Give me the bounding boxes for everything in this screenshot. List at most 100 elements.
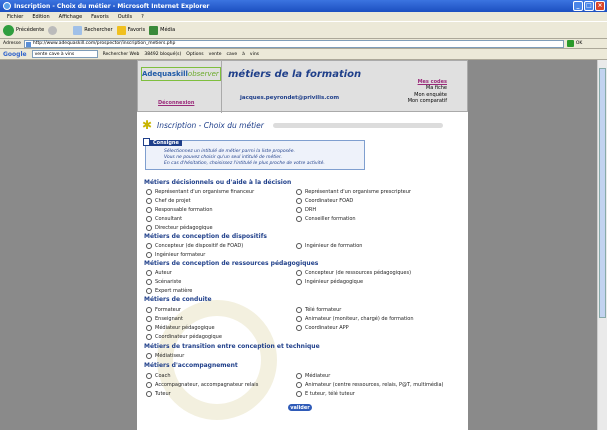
job-option[interactable]: Scénariste xyxy=(146,279,181,285)
job-option[interactable]: Concepteur (de dispositif de FOAD) xyxy=(146,243,243,249)
job-option[interactable]: Directeur pédagogique xyxy=(146,225,213,231)
radio-button[interactable] xyxy=(146,334,152,340)
radio-button[interactable] xyxy=(146,288,152,294)
radio-button[interactable] xyxy=(146,382,152,388)
submit-button[interactable]: valider xyxy=(288,404,312,411)
job-option[interactable]: Animateur (centre ressources, relais, P@… xyxy=(296,382,444,388)
radio-button[interactable] xyxy=(146,391,152,397)
google-logo[interactable]: Google xyxy=(3,51,27,58)
job-option[interactable]: DRH xyxy=(296,207,316,213)
google-term-1[interactable]: vente xyxy=(209,52,222,57)
radio-button[interactable] xyxy=(146,307,152,313)
menu-bar: Fichier Edition Affichage Favoris Outils… xyxy=(0,12,607,21)
vertical-scrollbar[interactable] xyxy=(597,60,607,430)
favorites-button[interactable]: Favoris xyxy=(116,25,145,35)
job-option[interactable]: Coach xyxy=(146,373,171,379)
menu-favoris[interactable]: Favoris xyxy=(91,14,109,20)
job-option[interactable]: Animateur (moniteur, chargé) de formatio… xyxy=(296,316,414,322)
job-option[interactable]: Représentant d'un organisme financeur xyxy=(146,189,254,195)
close-button[interactable]: × xyxy=(595,1,605,11)
job-option[interactable]: Médiateur pédagogique xyxy=(146,325,215,331)
window-title: Inscription - Choix du métier - Microsof… xyxy=(14,2,210,10)
google-options-button[interactable]: Options xyxy=(186,52,203,57)
radio-button[interactable] xyxy=(296,391,302,397)
media-button[interactable]: Média xyxy=(149,25,175,35)
google-term-3[interactable]: à xyxy=(242,52,245,57)
job-option[interactable]: Formateur xyxy=(146,307,181,313)
job-option[interactable]: Ingénieur pédagogique xyxy=(296,279,363,285)
radio-button[interactable] xyxy=(296,216,302,222)
job-option[interactable]: E tuteur, télé tuteur xyxy=(296,391,355,397)
job-option[interactable]: Ingénieur de formation xyxy=(296,243,362,249)
job-option[interactable]: Médiateur xyxy=(296,373,330,379)
popup-blocker[interactable]: 38492 bloqué(s) xyxy=(144,52,181,57)
job-option[interactable]: Consultant xyxy=(146,216,182,222)
job-option[interactable]: Ingénieur formateur xyxy=(146,252,205,258)
link-mon-enquete[interactable]: Mon enquête xyxy=(408,92,447,98)
menu-outils[interactable]: Outils xyxy=(118,14,132,20)
radio-button[interactable] xyxy=(296,279,302,285)
radio-button[interactable] xyxy=(296,382,302,388)
job-option[interactable]: Télé formateur xyxy=(296,307,341,313)
job-option[interactable]: Chef de projet xyxy=(146,198,191,204)
menu-fichier[interactable]: Fichier xyxy=(7,14,23,20)
job-option[interactable]: Représentant d'un organisme prescripteur xyxy=(296,189,411,195)
google-search-input[interactable]: vente cave à vins xyxy=(31,50,98,58)
job-option[interactable]: Coordinateur pédagogique xyxy=(146,334,222,340)
search-button[interactable]: Rechercher xyxy=(73,25,113,35)
job-option[interactable]: Tuteur xyxy=(146,391,171,397)
radio-button[interactable] xyxy=(146,225,152,231)
radio-button[interactable] xyxy=(146,316,152,322)
job-option[interactable]: Médiatiseur xyxy=(146,353,184,359)
go-button[interactable]: OK xyxy=(566,40,582,47)
back-button[interactable]: Précédente xyxy=(3,24,44,36)
job-option[interactable]: Concepteur (de ressources pédagogiques) xyxy=(296,270,411,276)
job-option[interactable]: Coordinateur FOAD xyxy=(296,198,353,204)
instructions-label: Consigne xyxy=(150,140,182,146)
job-option[interactable]: Conseiller formation xyxy=(296,216,356,222)
radio-button[interactable] xyxy=(146,279,152,285)
radio-button[interactable] xyxy=(146,207,152,213)
address-input[interactable]: http://www.adequaskill.com/prospector/in… xyxy=(23,39,564,48)
job-option[interactable]: Coordinateur APP xyxy=(296,325,349,331)
radio-button[interactable] xyxy=(296,270,302,276)
menu-affichage[interactable]: Affichage xyxy=(59,14,83,20)
radio-button[interactable] xyxy=(146,353,152,359)
radio-button[interactable] xyxy=(146,325,152,331)
radio-button[interactable] xyxy=(146,252,152,258)
radio-button[interactable] xyxy=(146,216,152,222)
radio-button[interactable] xyxy=(146,198,152,204)
section-transition: Métiers de transition entre conception e… xyxy=(144,343,320,350)
radio-button[interactable] xyxy=(296,207,302,213)
radio-button[interactable] xyxy=(296,373,302,379)
google-term-4[interactable]: vins xyxy=(250,52,259,57)
back-arrow-icon xyxy=(3,24,14,36)
menu-edition[interactable]: Edition xyxy=(32,14,49,20)
google-term-2[interactable]: cave xyxy=(226,52,237,57)
job-option[interactable]: Responsable formation xyxy=(146,207,213,213)
radio-button[interactable] xyxy=(296,307,302,313)
job-option[interactable]: Enseignant xyxy=(146,316,183,322)
job-option[interactable]: Expert matière xyxy=(146,288,192,294)
menu-help[interactable]: ? xyxy=(141,14,144,20)
page-title: Inscription - Choix du métier xyxy=(157,120,264,130)
google-web-search-button[interactable]: Rechercher Web xyxy=(103,52,140,57)
radio-button[interactable] xyxy=(296,325,302,331)
minimize-button[interactable]: _ xyxy=(573,1,583,11)
radio-button[interactable] xyxy=(296,243,302,249)
radio-button[interactable] xyxy=(146,373,152,379)
logout-link[interactable]: Déconnexion xyxy=(158,100,194,106)
radio-button[interactable] xyxy=(146,243,152,249)
radio-button[interactable] xyxy=(296,316,302,322)
link-mon-comparatif[interactable]: Mon comparatif xyxy=(408,98,447,104)
radio-button[interactable] xyxy=(296,189,302,195)
radio-button[interactable] xyxy=(296,198,302,204)
google-toolbar: Google vente cave à vins Rechercher Web … xyxy=(0,49,607,60)
maximize-button[interactable]: □ xyxy=(584,1,594,11)
job-option[interactable]: Accompagnateur, accompagnateur relais xyxy=(146,382,258,388)
forward-arrow-icon[interactable] xyxy=(48,25,58,35)
job-option[interactable]: Auteur xyxy=(146,270,172,276)
radio-button[interactable] xyxy=(146,189,152,195)
scrollbar-thumb[interactable] xyxy=(599,68,606,318)
radio-button[interactable] xyxy=(146,270,152,276)
